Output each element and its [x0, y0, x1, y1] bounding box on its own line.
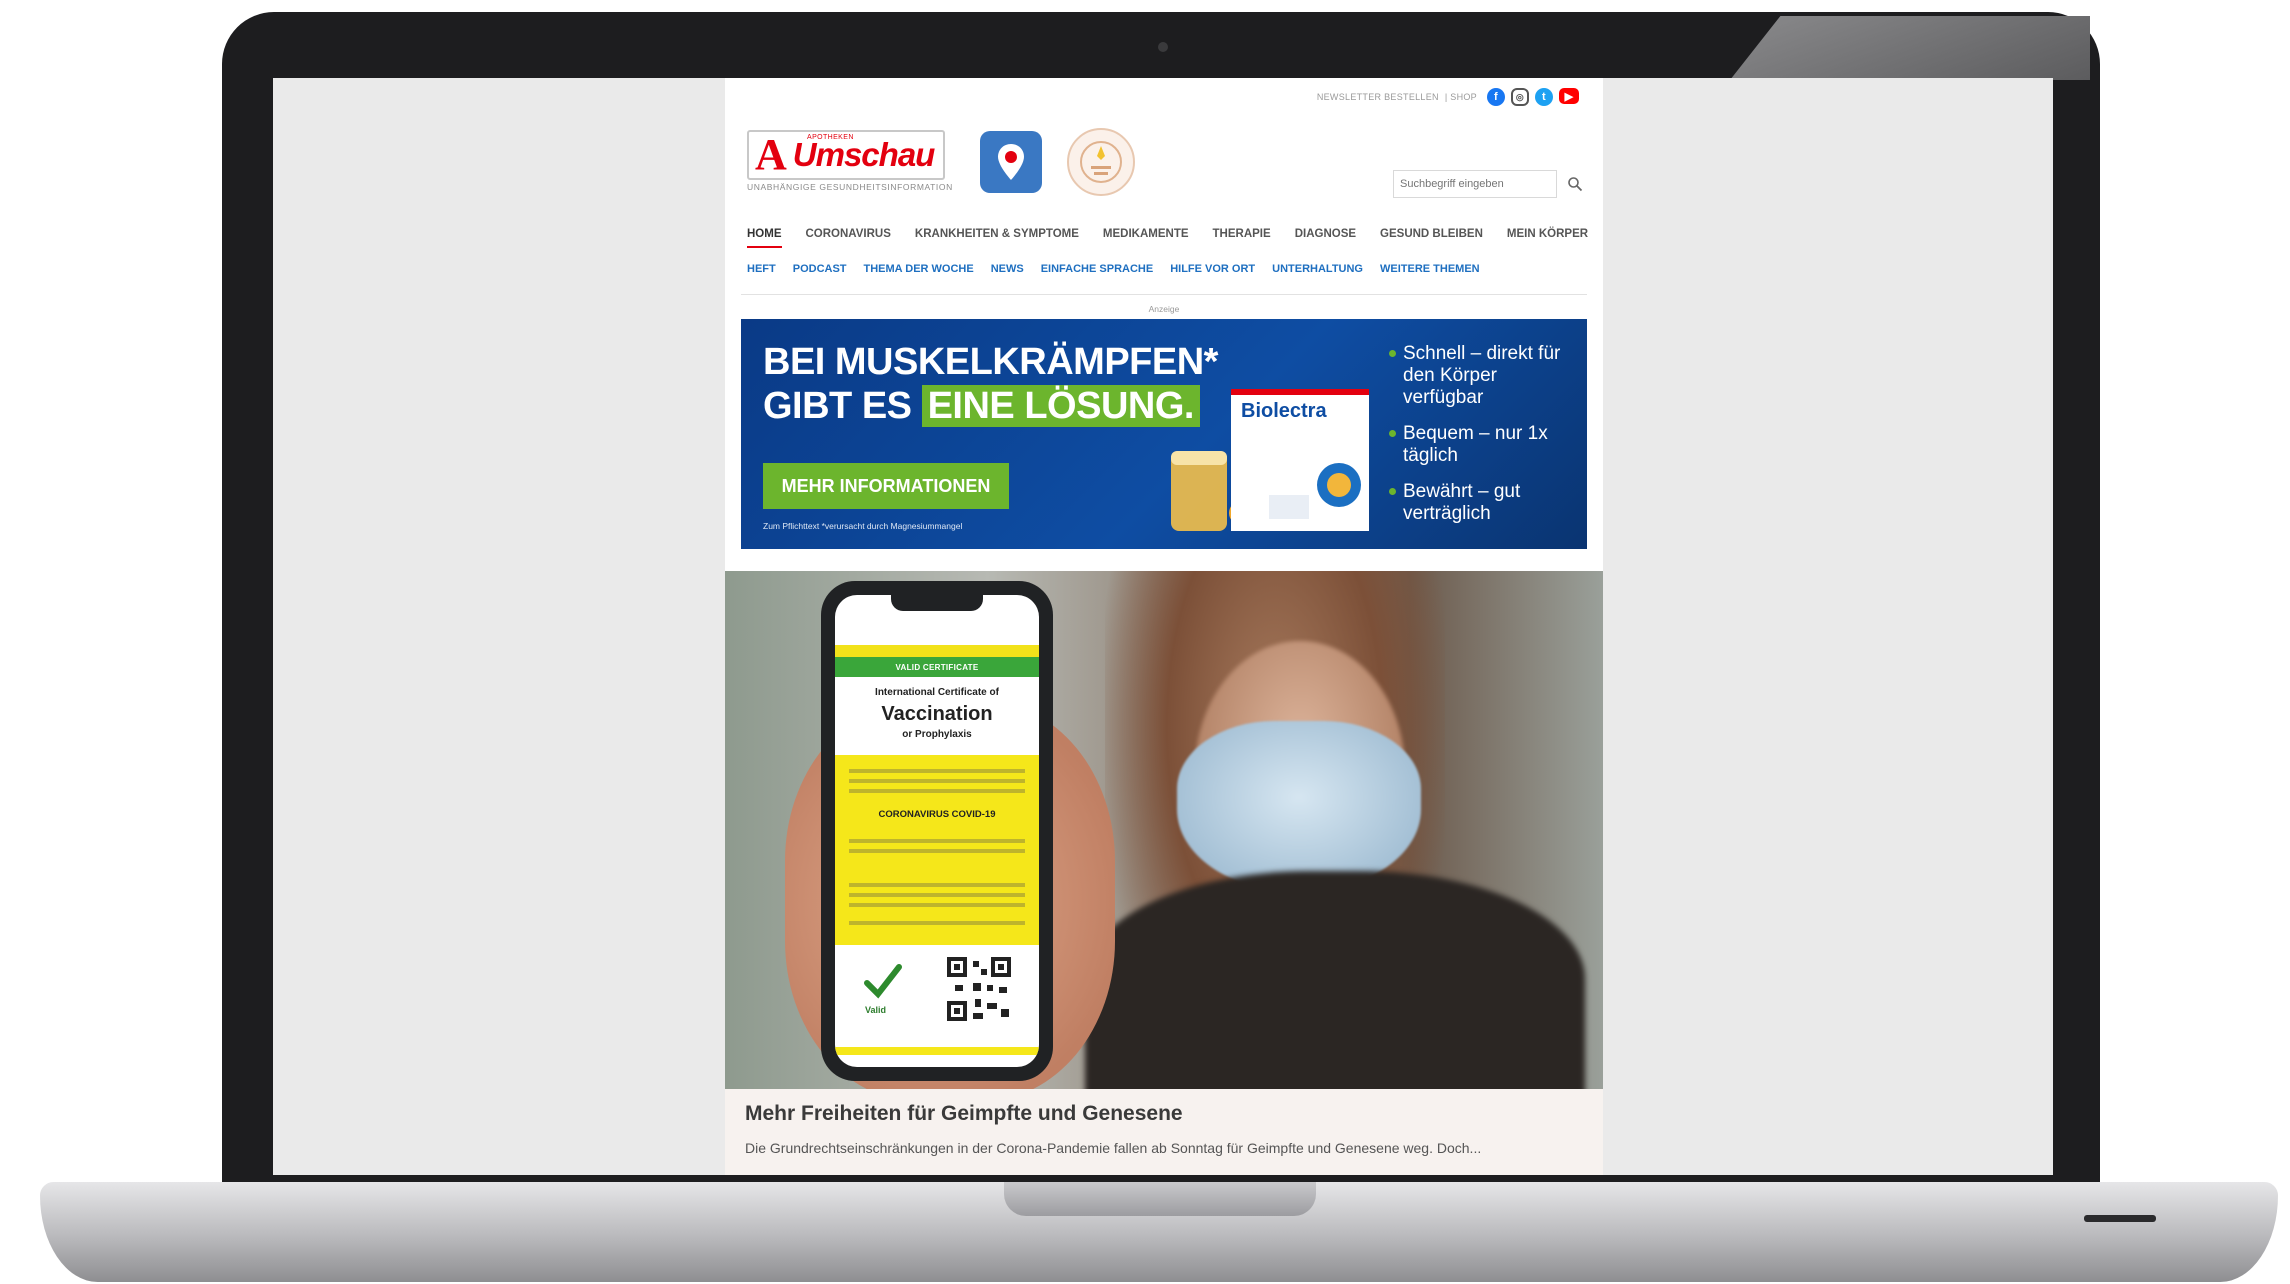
face-mask — [1177, 721, 1421, 891]
laptop-screen: NEWSLETTER BESTELLEN | SHOP f ◎ t ▶ A Um… — [273, 78, 2053, 1175]
phone-screen: VALID CERTIFICATE International Certific… — [835, 595, 1039, 1067]
phone-fine-print — [849, 789, 1025, 793]
ad-benefit-item: Schnell – direkt für den Körper verfügba… — [1389, 343, 1579, 409]
laptop-vent — [2084, 1215, 2156, 1222]
phone-yellow-stripe — [835, 1047, 1039, 1055]
award-seal-icon — [1067, 128, 1135, 196]
laptop-mockup: NEWSLETTER BESTELLEN | SHOP f ◎ t ▶ A Um… — [0, 0, 2290, 1284]
phone-yellow-stripe — [835, 645, 1039, 657]
website-page: NEWSLETTER BESTELLEN | SHOP f ◎ t ▶ A Um… — [725, 78, 1603, 1175]
phone-fine-print — [849, 921, 1025, 925]
logo-kicker: APOTHEKEN — [807, 134, 854, 141]
nav-krankheiten[interactable]: KRANKHEITEN & SYMPTOME — [915, 228, 1079, 240]
subnav-weitere-themen[interactable]: WEITERE THEMEN — [1380, 263, 1480, 275]
nav-diagnose[interactable]: DIAGNOSE — [1295, 228, 1356, 240]
phone-notch — [891, 595, 983, 611]
nav-home[interactable]: HOME — [747, 228, 782, 248]
search-input[interactable] — [1400, 178, 1530, 190]
article-headline[interactable]: Mehr Freiheiten für Geimpfte und Genesen… — [745, 1102, 1183, 1126]
phone-valid-label: Valid — [865, 1005, 887, 1015]
newsletter-link[interactable]: NEWSLETTER BESTELLEN — [1317, 92, 1439, 102]
sub-navigation: HEFT PODCAST THEMA DER WOCHE NEWS EINFAC… — [747, 263, 1480, 275]
nav-mein-koerper[interactable]: MEIN KÖRPER — [1507, 228, 1588, 240]
ad-label: Anzeige — [1148, 304, 1180, 314]
phone-cert-title: Vaccination — [881, 703, 993, 725]
phone-cert-line1: International Certificate of — [875, 687, 999, 698]
search-box — [1393, 170, 1557, 198]
nav-medikamente[interactable]: MEDIKAMENTE — [1103, 228, 1189, 240]
instagram-icon[interactable]: ◎ — [1511, 88, 1529, 106]
facebook-icon[interactable]: f — [1487, 88, 1505, 106]
webcam — [1158, 42, 1168, 52]
subnav-hilfe-vor-ort[interactable]: HILFE VOR ORT — [1170, 263, 1255, 275]
nav-divider — [741, 294, 1587, 295]
phone-fine-print — [849, 903, 1025, 907]
logo-tagline: UNABHÄNGIGE GESUNDHEITSINFORMATION — [747, 182, 953, 192]
subnav-podcast[interactable]: PODCAST — [793, 263, 847, 275]
phone-covid-label: CORONAVIRUS COVID-19 — [878, 809, 996, 820]
article-teaser: Die Grundrechtseinschränkungen in der Co… — [745, 1140, 1482, 1156]
nav-gesund-bleiben[interactable]: GESUND BLEIBEN — [1380, 228, 1483, 240]
product-package-image: Biolectra — [1171, 389, 1369, 531]
subnav-thema-der-woche[interactable]: THEMA DER WOCHE — [864, 263, 974, 275]
phone-fine-print — [849, 769, 1025, 773]
ad-headline-line2: GIBT ES EINE LÖSUNG. — [763, 385, 1200, 428]
ad-fine-print: Zum Pflichttext *verursacht durch Magnes… — [763, 521, 963, 531]
search-icon[interactable] — [1567, 176, 1583, 192]
social-links: f ◎ t ▶ — [1487, 88, 1579, 106]
qr-code-icon — [947, 957, 1011, 1021]
ad-benefit-list: Schnell – direkt für den Körper verfügba… — [1389, 343, 1579, 539]
lid-reflection — [1730, 16, 2090, 80]
ad-headline-highlight: EINE LÖSUNG. — [921, 385, 1200, 427]
apotheken-a-icon: A — [755, 130, 787, 179]
ad-banner[interactable]: BEI MUSKELKRÄMPFEN* GIBT ES EINE LÖSUNG.… — [741, 319, 1587, 549]
phone-fine-print — [849, 849, 1025, 853]
subnav-unterhaltung[interactable]: UNTERHALTUNG — [1272, 263, 1363, 275]
phone-fine-print — [849, 893, 1025, 897]
top-links: NEWSLETTER BESTELLEN | SHOP f ◎ t ▶ — [1317, 88, 1579, 106]
nav-therapie[interactable]: THERAPIE — [1213, 228, 1271, 240]
ad-more-info-button[interactable]: MEHR INFORMATIONEN — [763, 463, 1009, 509]
laptop-opening-notch — [1004, 1182, 1316, 1216]
ad-headline-line1: BEI MUSKELKRÄMPFEN* — [763, 341, 1218, 383]
phone-cert-line3: or Prophylaxis — [902, 729, 972, 740]
map-pin-icon[interactable] — [980, 131, 1042, 193]
phone-fine-print — [849, 839, 1025, 843]
main-navigation: HOME CORONAVIRUS KRANKHEITEN & SYMPTOME … — [747, 228, 1588, 248]
logo-wordmark: Umschau — [792, 136, 936, 173]
ad-benefit-item: Bequem – nur 1x täglich — [1389, 423, 1579, 467]
subnav-einfache-sprache[interactable]: EINFACHE SPRACHE — [1041, 263, 1153, 275]
phone-yellow-panel — [835, 755, 1039, 945]
nav-coronavirus[interactable]: CORONAVIRUS — [806, 228, 891, 240]
hero-image[interactable]: VALID CERTIFICATE International Certific… — [725, 571, 1603, 1089]
ad-benefit-item: Bewährt – gut verträglich — [1389, 481, 1579, 525]
ad-headline-prefix: GIBT ES — [763, 385, 922, 427]
hero-torso — [1085, 871, 1585, 1089]
product-name: Biolectra — [1241, 400, 1327, 422]
phone-certificate-bar: VALID CERTIFICATE — [835, 657, 1039, 677]
shop-link[interactable]: | SHOP — [1445, 92, 1477, 102]
subnav-heft[interactable]: HEFT — [747, 263, 776, 275]
subnav-news[interactable]: NEWS — [991, 263, 1024, 275]
phone-fine-print — [849, 883, 1025, 887]
smartphone: VALID CERTIFICATE International Certific… — [821, 581, 1053, 1081]
phone-fine-print — [849, 779, 1025, 783]
twitter-icon[interactable]: t — [1535, 88, 1553, 106]
youtube-icon[interactable]: ▶ — [1559, 88, 1579, 104]
checkmark-icon — [864, 964, 902, 999]
